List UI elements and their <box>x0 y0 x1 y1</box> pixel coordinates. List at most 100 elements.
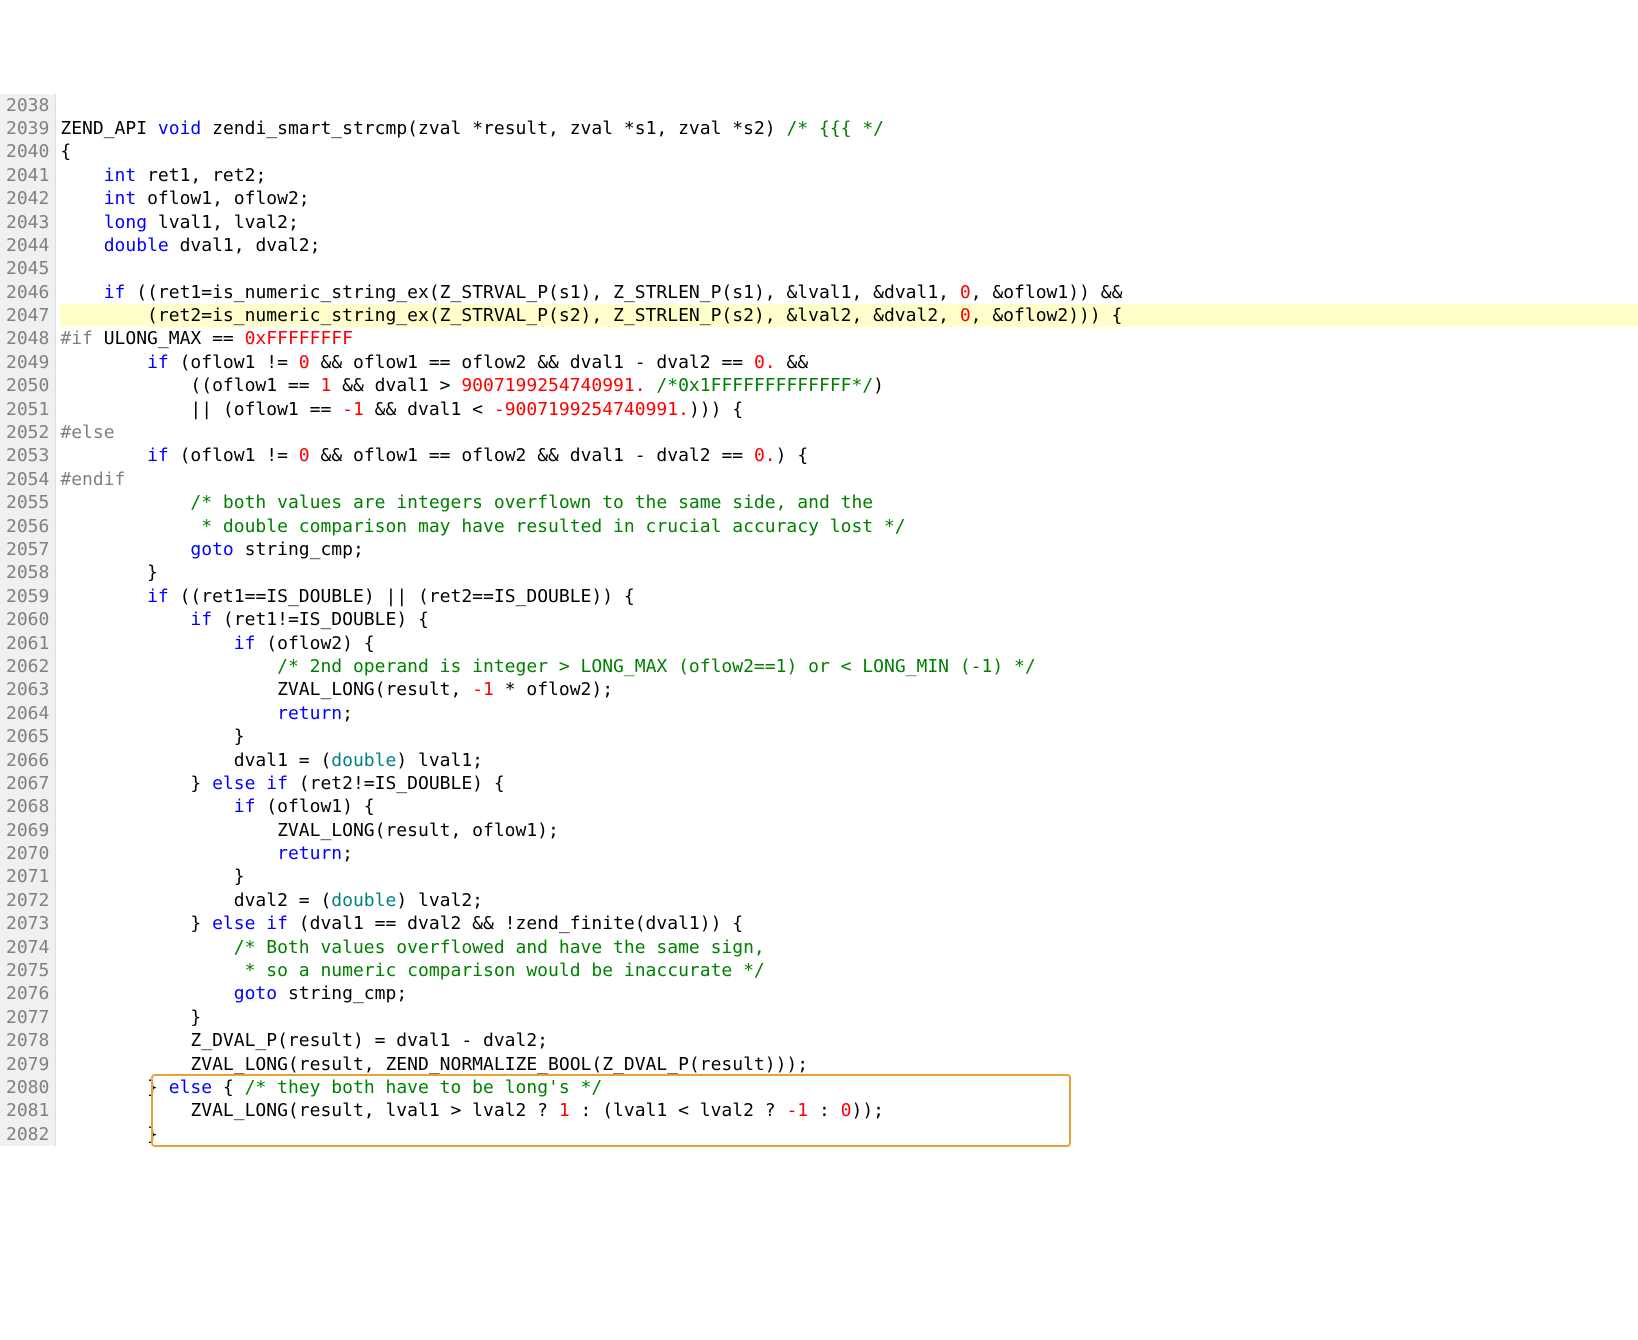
code-line[interactable]: return; <box>60 702 1638 725</box>
code-line[interactable]: return; <box>60 842 1638 865</box>
code-line[interactable]: ZVAL_LONG(result, lval1 > lval2 ? 1 : (l… <box>60 1099 1638 1122</box>
token-txt <box>60 983 233 1004</box>
code-line[interactable]: if (oflow1) { <box>60 795 1638 818</box>
token-num: 0 <box>299 445 310 466</box>
token-txt: : (lval1 < lval2 ? <box>570 1100 787 1121</box>
token-txt <box>60 586 147 607</box>
token-txt: ) lval1; <box>396 750 483 771</box>
code-line[interactable]: } else if (dval1 == dval2 && !zend_finit… <box>60 912 1638 935</box>
code-line[interactable]: * so a numeric comparison would be inacc… <box>60 959 1638 982</box>
code-line[interactable]: if (oflow2) { <box>60 632 1638 655</box>
line-number: 2049 <box>6 351 49 374</box>
token-kw-type: long <box>104 212 147 233</box>
line-number: 2065 <box>6 725 49 748</box>
code-line[interactable]: /* both values are integers overflown to… <box>60 491 1638 514</box>
token-txt: || (oflow1 == <box>60 399 342 420</box>
line-number: 2044 <box>6 234 49 257</box>
token-comment: * so a numeric comparison would be inacc… <box>60 960 764 981</box>
token-txt <box>60 235 103 256</box>
token-txt: } <box>60 866 244 887</box>
token-num: 0xFFFFFFFF <box>245 328 353 349</box>
line-number: 2045 <box>6 257 49 280</box>
code-line[interactable]: Z_DVAL_P(result) = dval1 - dval2; <box>60 1029 1638 1052</box>
code-line[interactable]: if ((ret1==IS_DOUBLE) || (ret2==IS_DOUBL… <box>60 585 1638 608</box>
token-comment: /*0x1FFFFFFFFFFFFF*/ <box>656 375 873 396</box>
token-comment: /* Both values overflowed and have the s… <box>234 937 765 958</box>
token-txt: Z_DVAL_P(result) = dval1 - dval2; <box>60 1030 548 1051</box>
code-line[interactable]: double dval1, dval2; <box>60 234 1638 257</box>
code-line[interactable]: } else { /* they both have to be long's … <box>60 1076 1638 1099</box>
code-line[interactable]: #endif <box>60 468 1638 491</box>
token-txt: ret1, ret2; <box>136 165 266 186</box>
code-line[interactable]: if (oflow1 != 0 && oflow1 == oflow2 && d… <box>60 444 1638 467</box>
token-txt <box>60 445 147 466</box>
code-line[interactable]: { <box>60 140 1638 163</box>
code-line[interactable]: ZEND_API void zendi_smart_strcmp(zval *r… <box>60 117 1638 140</box>
code-line[interactable]: /* 2nd operand is integer > LONG_MAX (of… <box>60 655 1638 678</box>
token-txt: ZVAL_LONG(result, <box>60 679 472 700</box>
token-txt: } <box>60 726 244 747</box>
token-txt: } <box>60 913 212 934</box>
code-editor[interactable]: 2038203920402041204220432044204520462047… <box>0 94 1638 1147</box>
code-line[interactable]: } else if (ret2!=IS_DOUBLE) { <box>60 772 1638 795</box>
code-line[interactable]: } <box>60 865 1638 888</box>
code-line[interactable]: if (ret1!=IS_DOUBLE) { <box>60 608 1638 631</box>
token-txt: , &oflow1)) && <box>971 282 1123 303</box>
code-line[interactable]: } <box>60 1006 1638 1029</box>
code-line[interactable] <box>60 257 1638 280</box>
code-line[interactable]: if (oflow1 != 0 && oflow1 == oflow2 && d… <box>60 351 1638 374</box>
token-txt: (dval1 == dval2 && !zend_finite(dval1)) … <box>288 913 743 934</box>
code-line[interactable]: * double comparison may have resulted in… <box>60 515 1638 538</box>
token-txt: } <box>60 773 212 794</box>
line-number: 2077 <box>6 1006 49 1029</box>
code-line[interactable]: } <box>60 561 1638 584</box>
token-txt <box>60 843 277 864</box>
code-line[interactable]: #if ULONG_MAX == 0xFFFFFFFF <box>60 327 1638 350</box>
code-line[interactable]: #else <box>60 421 1638 444</box>
code-line[interactable]: (ret2=is_numeric_string_ex(Z_STRVAL_P(s2… <box>60 304 1638 327</box>
code-line[interactable]: dval2 = (double) lval2; <box>60 889 1638 912</box>
line-number: 2040 <box>6 140 49 163</box>
token-kw-flow: goto <box>190 539 233 560</box>
token-comment: /* {{{ */ <box>786 118 884 139</box>
code-line[interactable]: goto string_cmp; <box>60 982 1638 1005</box>
token-txt: ((oflow1 == <box>60 375 320 396</box>
code-line[interactable]: ((oflow1 == 1 && dval1 > 900719925474099… <box>60 374 1638 397</box>
token-txt <box>60 703 277 724</box>
code-area[interactable]: ZEND_API void zendi_smart_strcmp(zval *r… <box>56 94 1638 1147</box>
token-txt: && dval1 < <box>364 399 494 420</box>
token-txt <box>60 609 190 630</box>
code-line[interactable]: /* Both values overflowed and have the s… <box>60 936 1638 959</box>
line-number: 2067 <box>6 772 49 795</box>
token-txt: { <box>212 1077 245 1098</box>
line-number: 2041 <box>6 164 49 187</box>
code-line[interactable]: goto string_cmp; <box>60 538 1638 561</box>
token-txt <box>60 539 190 560</box>
token-preproc: #endif <box>60 469 125 490</box>
code-line[interactable]: ZVAL_LONG(result, ZEND_NORMALIZE_BOOL(Z_… <box>60 1053 1638 1076</box>
token-txt: { <box>60 141 71 162</box>
code-line[interactable]: int oflow1, oflow2; <box>60 187 1638 210</box>
code-line[interactable]: long lval1, lval2; <box>60 211 1638 234</box>
line-number: 2055 <box>6 491 49 514</box>
token-txt: (oflow1 != <box>169 445 299 466</box>
code-line[interactable]: int ret1, ret2; <box>60 164 1638 187</box>
line-number: 2073 <box>6 912 49 935</box>
token-txt: (oflow1) { <box>255 796 374 817</box>
token-txt <box>60 282 103 303</box>
token-comment: * double comparison may have resulted in… <box>60 516 905 537</box>
code-line[interactable]: || (oflow1 == -1 && dval1 < -90071992547… <box>60 398 1638 421</box>
code-line[interactable]: ZVAL_LONG(result, -1 * oflow2); <box>60 678 1638 701</box>
code-line[interactable]: if ((ret1=is_numeric_string_ex(Z_STRVAL_… <box>60 281 1638 304</box>
code-line[interactable]: dval1 = (double) lval1; <box>60 749 1638 772</box>
line-number: 2052 <box>6 421 49 444</box>
line-number: 2046 <box>6 281 49 304</box>
code-line[interactable]: ZVAL_LONG(result, oflow1); <box>60 819 1638 842</box>
code-line[interactable] <box>60 94 1638 117</box>
code-line[interactable]: } <box>60 1123 1638 1146</box>
code-line[interactable]: } <box>60 725 1638 748</box>
token-txt: )); <box>852 1100 885 1121</box>
line-number: 2039 <box>6 117 49 140</box>
line-number: 2072 <box>6 889 49 912</box>
token-num: -1 <box>472 679 494 700</box>
